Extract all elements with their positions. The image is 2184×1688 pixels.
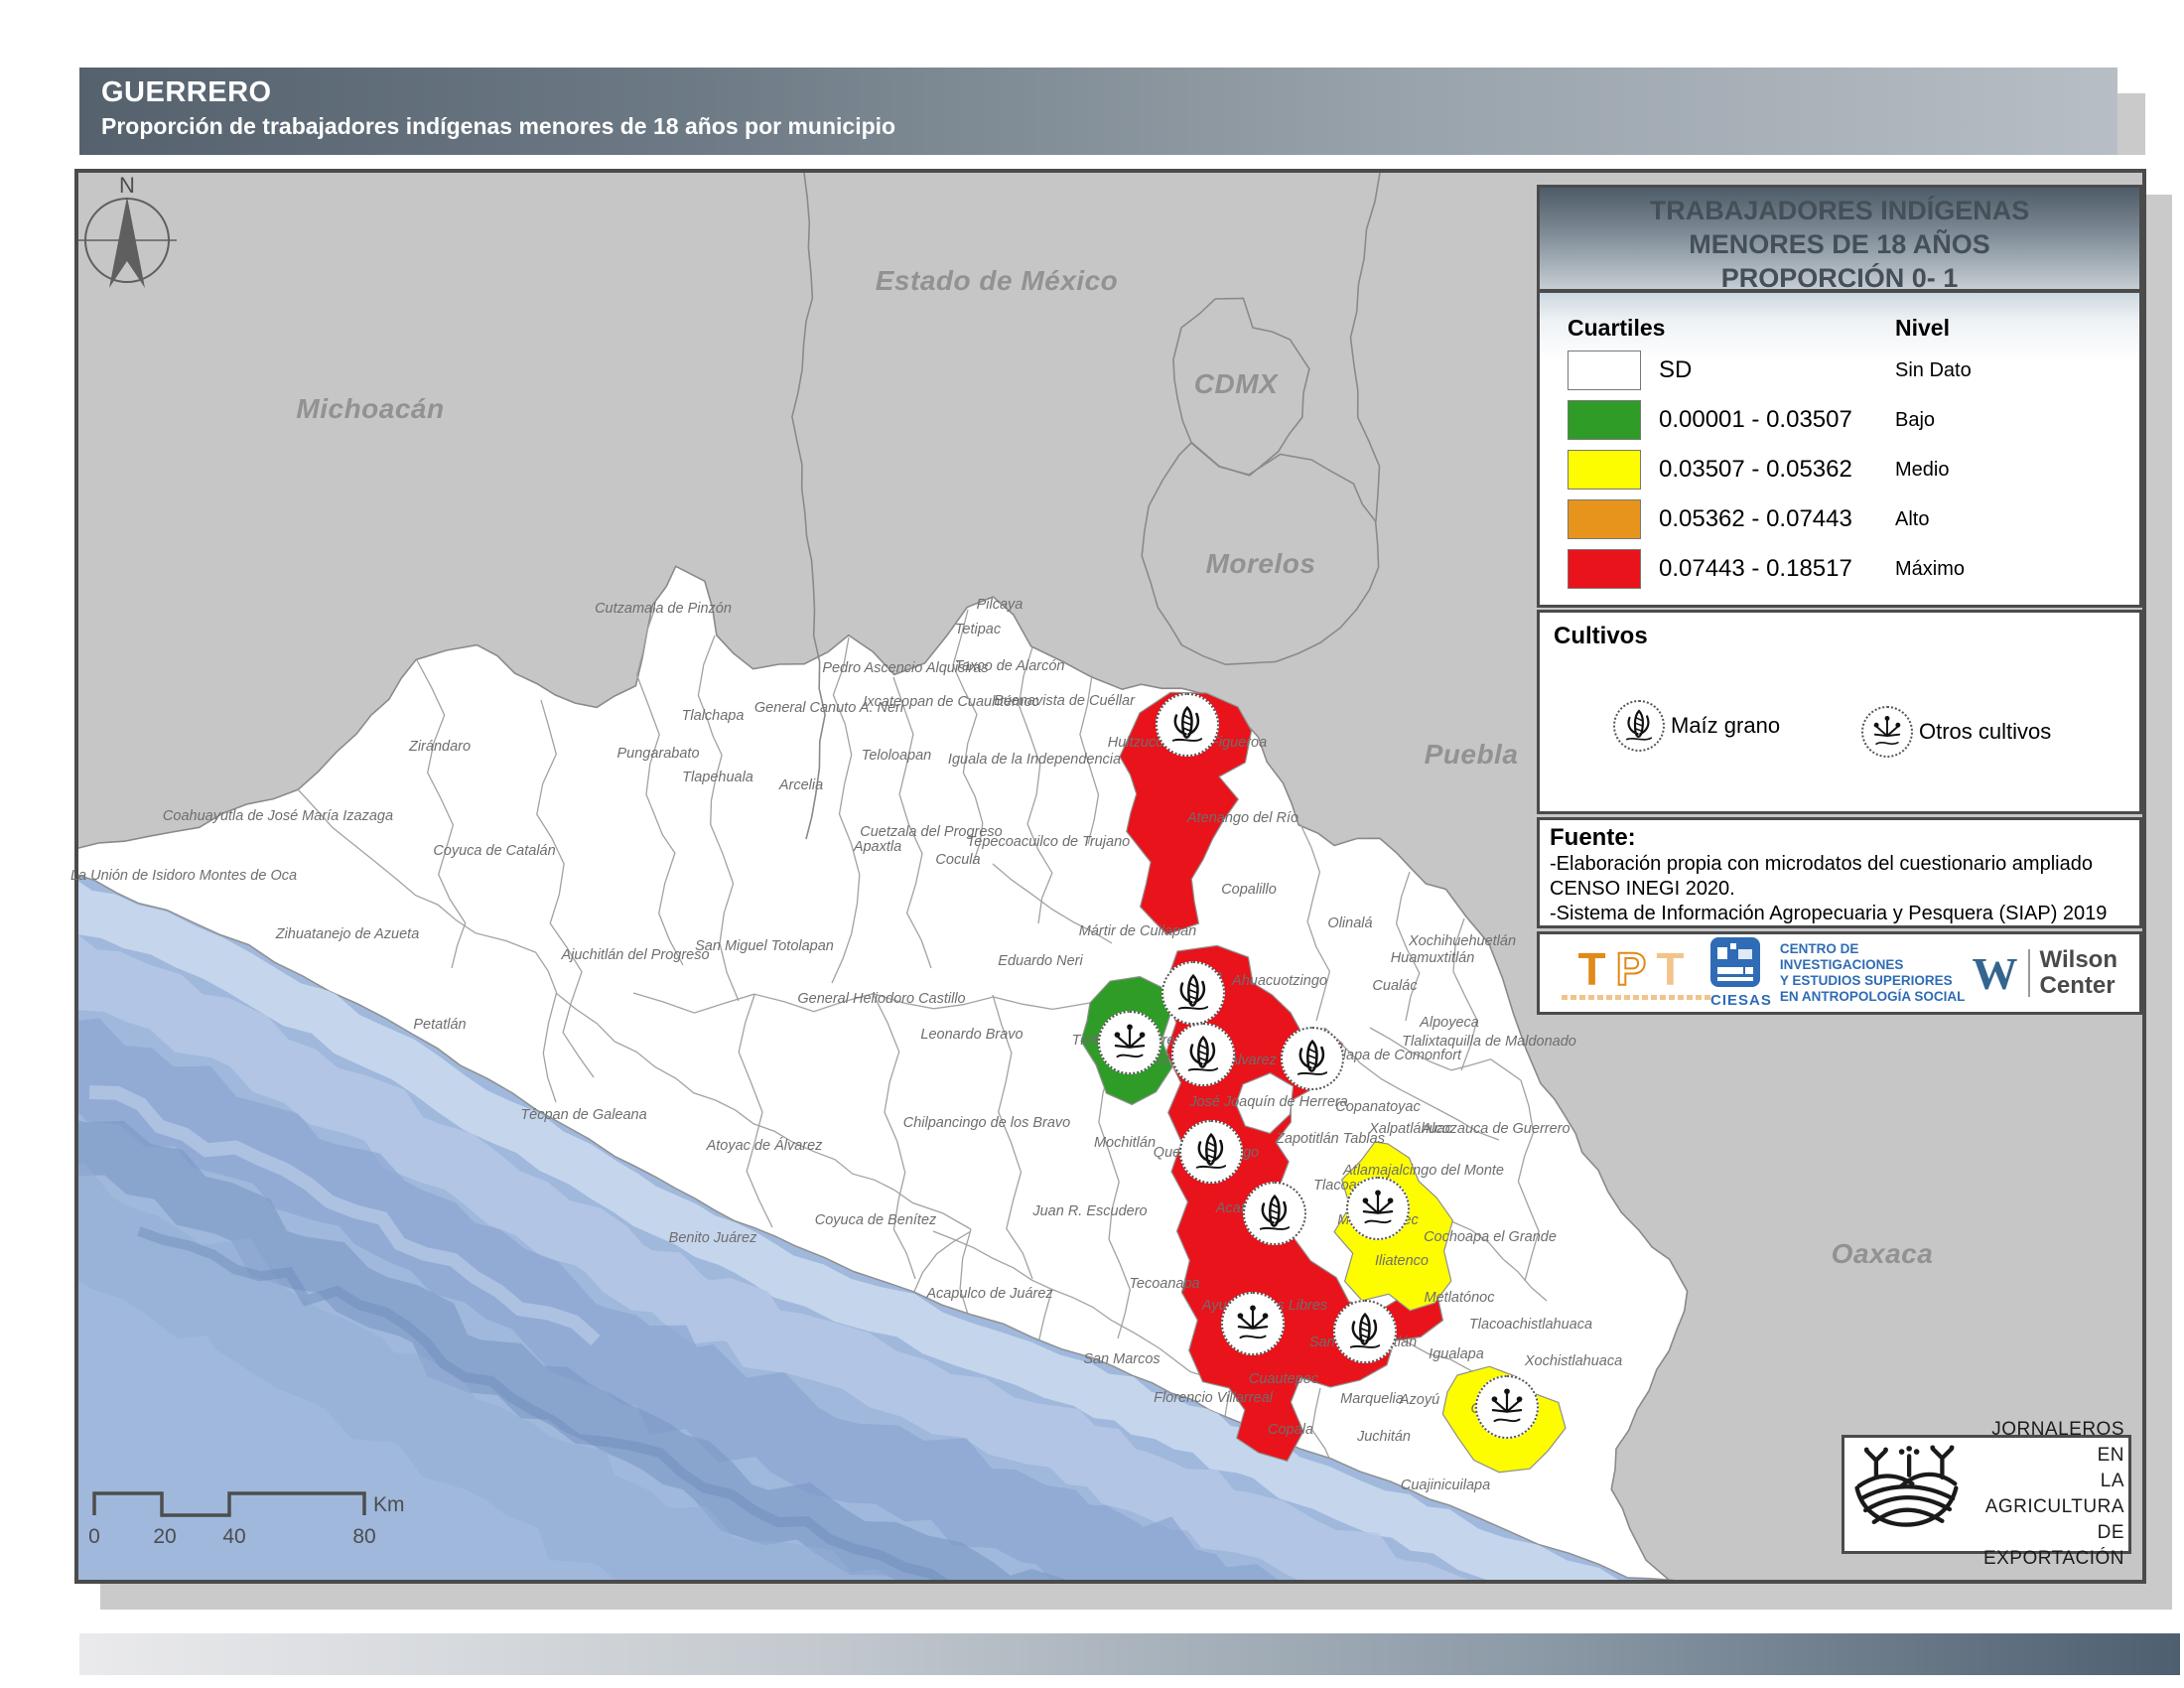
legend-col-nivel: Nivel — [1895, 315, 1950, 342]
legend-level: Máximo — [1895, 558, 1965, 581]
legend-row: SD Sin Dato — [1540, 351, 2139, 394]
otros-cultivos-icon — [1861, 706, 1913, 758]
legend-row: 0.00001 - 0.03507 Bajo — [1540, 400, 2139, 444]
scale-tick: 20 — [153, 1525, 176, 1548]
legend-range: 0.03507 - 0.05362 — [1659, 456, 1852, 484]
legend-title-line1: TRABAJADORES INDÍGENAS — [1540, 194, 2139, 227]
cultivo-label: Otros cultivos — [1919, 719, 2051, 745]
legend-range: 0.07443 - 0.18517 — [1659, 555, 1852, 583]
title-bar-shadow — [2117, 93, 2145, 155]
tpt-tagline — [1562, 995, 1710, 1000]
field-sprouts-icon — [1848, 1443, 1966, 1546]
page-title: GUERRERO — [101, 68, 2117, 109]
title-bar: GUERRERO Proporción de trabajadores indí… — [79, 68, 2117, 155]
fuente-title: Fuente: — [1550, 824, 2129, 852]
scale-unit: Km — [373, 1493, 405, 1516]
legend-range: SD — [1659, 356, 1692, 384]
fuente-line: CENSO INEGI 2020. — [1550, 877, 2129, 902]
legend-level: Bajo — [1895, 409, 1935, 432]
page-subtitle: Proporción de trabajadores indígenas men… — [101, 113, 2117, 140]
north-arrow-label: N — [119, 173, 135, 198]
legend-level: Alto — [1895, 508, 1929, 531]
legend-level: Sin Dato — [1895, 359, 1972, 382]
legend-swatch — [1568, 549, 1641, 589]
cultivos-box: Cultivos Maíz grano Otros cultivos — [1537, 610, 2142, 814]
legend-swatch — [1568, 351, 1641, 390]
cultivo-label: Maíz grano — [1671, 713, 1780, 739]
bottom-gradient-bar — [79, 1633, 2180, 1675]
legend-swatch — [1568, 400, 1641, 440]
legend-row: 0.07443 - 0.18517 Máximo — [1540, 549, 2139, 593]
legend-box: TRABAJADORES INDÍGENAS MENORES DE 18 AÑO… — [1537, 185, 2142, 608]
legend-col-cuartiles: Cuartiles — [1568, 315, 1665, 342]
fuente-box: Fuente: -Elaboración propia con microdat… — [1537, 817, 2142, 928]
legend-title: TRABAJADORES INDÍGENAS MENORES DE 18 AÑO… — [1540, 188, 2139, 293]
legend-row: 0.05362 - 0.07443 Alto — [1540, 499, 2139, 543]
legend-level: Medio — [1895, 459, 1949, 482]
scale-tick: 80 — [352, 1525, 375, 1548]
legend-body: Cuartiles Nivel SD Sin Dato 0.00001 - 0.03… — [1540, 293, 2139, 603]
legend-row: 0.03507 - 0.05362 Medio — [1540, 450, 2139, 493]
tpt-logo: TPT — [1562, 947, 1710, 1000]
legend-range: 0.05362 - 0.07443 — [1659, 505, 1852, 533]
legend-swatch — [1568, 499, 1641, 539]
fuente-line: -Elaboración propia con microdatos del c… — [1550, 852, 2129, 877]
legend-swatch — [1568, 450, 1641, 490]
scale-tick: 0 — [88, 1525, 100, 1548]
page: { "title_bar": { "title": "GUERRERO", "s… — [0, 0, 2184, 1688]
logos-box: TPT CIESAS CENTRO DE INVESTIGACIONES Y E… — [1537, 931, 2142, 1015]
ciesas-logo: CIESAS CENTRO DE INVESTIGACIONES Y ESTUD… — [1710, 937, 1973, 1009]
fuente-line: -Sistema de Información Agropecuaria y P… — [1550, 902, 2129, 926]
jornaleros-logo: JORNALEROS EN LA AGRICULTURA DE EXPORTAC… — [1842, 1435, 2131, 1554]
ciesas-icon — [1710, 937, 1760, 987]
legend-range: 0.00001 - 0.03507 — [1659, 406, 1852, 434]
wilson-center-logo: W Wilson Center — [1973, 947, 2117, 1000]
scale-tick: 40 — [222, 1525, 245, 1548]
legend-title-line3: PROPORCIÓN 0- 1 — [1540, 261, 2139, 295]
maiz-icon — [1613, 700, 1665, 752]
cultivos-title: Cultivos — [1554, 623, 2139, 650]
wilson-w-icon: W — [1973, 947, 2018, 1000]
legend-title-line2: MENORES DE 18 AÑOS — [1540, 227, 2139, 261]
